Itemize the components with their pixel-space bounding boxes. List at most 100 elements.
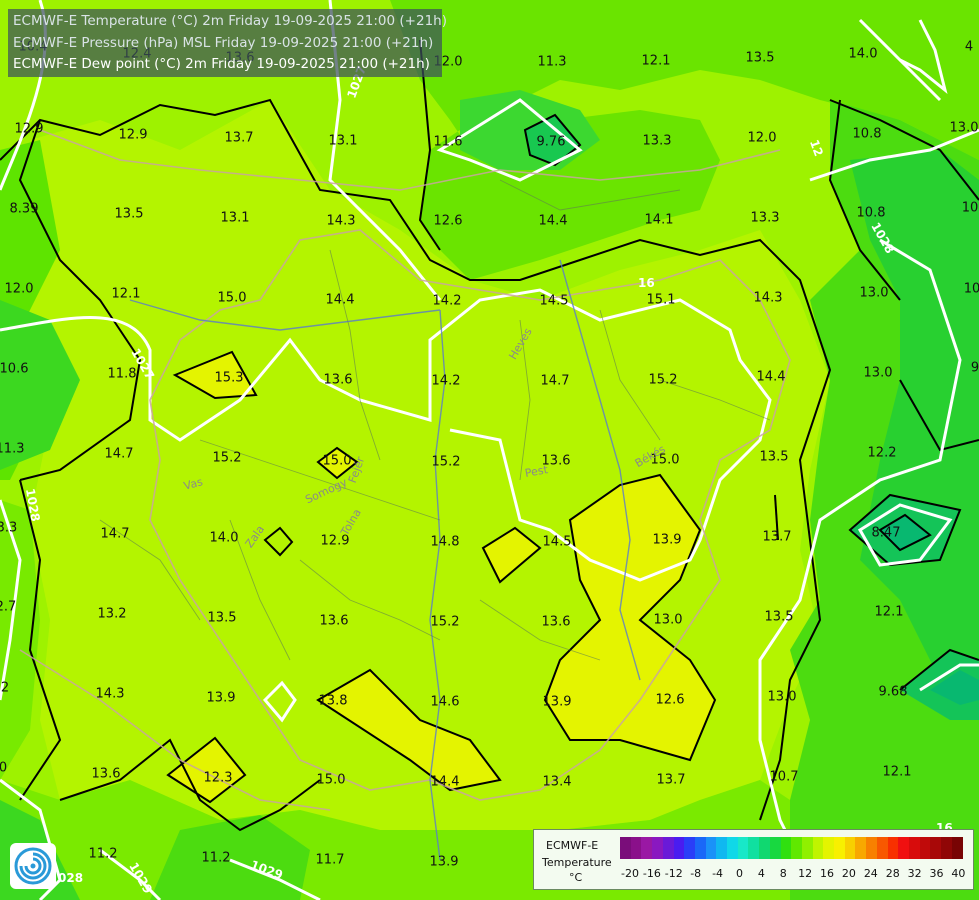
temperature-value: 13.6 xyxy=(323,372,353,388)
temperature-value: 13.4 xyxy=(542,774,572,790)
temperature-value: 12.6 xyxy=(433,213,463,229)
legend-swatch xyxy=(716,837,728,859)
temperature-value: 13.7 xyxy=(762,529,792,545)
temperature-value: 15.1 xyxy=(646,292,676,308)
temperature-value: 10.6 xyxy=(0,361,29,377)
temperature-value: 14.1 xyxy=(644,212,674,228)
temperature-value: 15.0 xyxy=(217,290,247,306)
temperature-value: 14.8 xyxy=(430,534,460,550)
temperature-value: 12.1 xyxy=(111,286,141,302)
temperature-value: 11.2 xyxy=(88,846,118,862)
temperature-value: 14.0 xyxy=(209,530,239,546)
legend-swatch xyxy=(791,837,803,859)
legend-swatch xyxy=(844,837,856,859)
temperature-value: 13.5 xyxy=(114,206,144,222)
temperature-value: 14.0 xyxy=(848,46,878,62)
temperature-value: 9.76 xyxy=(536,134,566,150)
temperature-value: 15.0 xyxy=(316,772,346,788)
legend-swatch xyxy=(652,837,664,859)
temperature-value: 15.2 xyxy=(430,614,460,630)
temperature-value: 15.2 xyxy=(431,454,461,470)
title-pressure: ECMWF-E Pressure (hPa) MSL Friday 19-09-… xyxy=(13,35,434,51)
temperature-value: 13.5 xyxy=(759,449,789,465)
temperature-value: 13.3 xyxy=(642,133,672,149)
temperature-value: 3.3 xyxy=(0,520,18,536)
temperature-value: 13.6 xyxy=(319,613,349,629)
temperature-value: 13.9 xyxy=(652,532,682,548)
legend-swatch xyxy=(887,837,899,859)
legend-tick: 12 xyxy=(798,867,813,880)
legend-swatch xyxy=(780,837,792,859)
temperature-value: 13.6 xyxy=(541,614,571,630)
temperature-value: 10.8 xyxy=(852,126,882,142)
temperature-value: 14.2 xyxy=(432,293,462,309)
legend-tick: 20 xyxy=(841,867,856,880)
temperature-value: 12.6 xyxy=(655,692,685,708)
legend-swatch xyxy=(759,837,771,859)
legend-tick: 4 xyxy=(757,867,765,880)
legend-swatch xyxy=(620,837,631,859)
legend-unit: °C xyxy=(569,871,583,884)
temperature-value: 15.3 xyxy=(214,370,244,386)
map-title-box: ECMWF-E Temperature (°C) 2m Friday 19-09… xyxy=(8,9,447,77)
legend-swatch xyxy=(919,837,931,859)
temperature-value: 13.1 xyxy=(328,133,358,149)
legend-model: ECMWF-E xyxy=(546,839,599,852)
temperature-value: 2.7 xyxy=(0,599,17,615)
legend-tick: -4 xyxy=(712,867,724,880)
legend-swatch xyxy=(866,837,878,859)
legend-tick: 24 xyxy=(863,867,878,880)
temperature-value: 13.6 xyxy=(91,766,121,782)
temperature-value: 13.0 xyxy=(859,285,889,301)
temperature-value: 13.0 xyxy=(653,612,683,628)
temperature-value: 14.7 xyxy=(100,526,130,542)
title-temperature: ECMWF-E Temperature (°C) 2m Friday 19-09… xyxy=(13,13,447,29)
legend-swatch xyxy=(630,837,642,859)
legend-swatch xyxy=(769,837,781,859)
temperature-value: 14.3 xyxy=(95,686,125,702)
temperature-value: 12.1 xyxy=(641,53,671,69)
temperature-value: 12.1 xyxy=(882,764,912,780)
temperature-value: 13.2 xyxy=(97,606,127,622)
temperature-value: 11.6 xyxy=(433,134,463,150)
legend-tick: 0 xyxy=(735,867,743,880)
temperature-value: 14.7 xyxy=(104,446,134,462)
temperature-value: 4 xyxy=(964,39,974,55)
temperature-value: 12.9 xyxy=(118,127,148,143)
legend-swatch xyxy=(662,837,674,859)
temperature-value: 8.47 xyxy=(871,525,901,541)
legend-tick: 40 xyxy=(951,867,966,880)
legend-swatch xyxy=(748,837,760,859)
temperature-value: 11.3 xyxy=(0,441,25,457)
temperature-value: 12.9 xyxy=(320,533,350,549)
ecmwf-logo-icon xyxy=(10,843,56,889)
temperature-value: 13.7 xyxy=(224,130,254,146)
temperature-value: 10 xyxy=(961,200,979,216)
temperature-value: 12.0 xyxy=(747,130,777,146)
legend-tick: 8 xyxy=(779,867,787,880)
legend-tick: -16 xyxy=(642,867,661,880)
temperature-value: 13.0 xyxy=(863,365,893,381)
temperature-value: 10.7 xyxy=(769,769,799,785)
temperature-value: 2 xyxy=(0,680,10,696)
temperature-value: 14.4 xyxy=(325,292,355,308)
temperature-value: 13.9 xyxy=(542,694,572,710)
legend-swatch xyxy=(694,837,706,859)
legend-swatch xyxy=(673,837,685,859)
legend-tick: 36 xyxy=(929,867,944,880)
temperature-value: 9 xyxy=(970,360,979,376)
temperature-value: 10 xyxy=(963,281,979,297)
temperature-value: 13.0 xyxy=(949,120,979,136)
temperature-value: 14.4 xyxy=(430,774,460,790)
temperature-value: 13.8 xyxy=(318,693,348,709)
temperature-value: 13.9 xyxy=(206,690,236,706)
legend-swatch xyxy=(941,837,952,859)
temperature-value: 13.1 xyxy=(220,210,250,226)
temperature-value: 0 xyxy=(0,760,8,776)
legend-swatch xyxy=(823,837,835,859)
temperature-value: 12.1 xyxy=(874,604,904,620)
legend-variable: Temperature xyxy=(542,856,612,869)
temperature-value: 12.9 xyxy=(14,121,44,137)
legend-swatch xyxy=(737,837,749,859)
temperature-value: 13.3 xyxy=(750,210,780,226)
